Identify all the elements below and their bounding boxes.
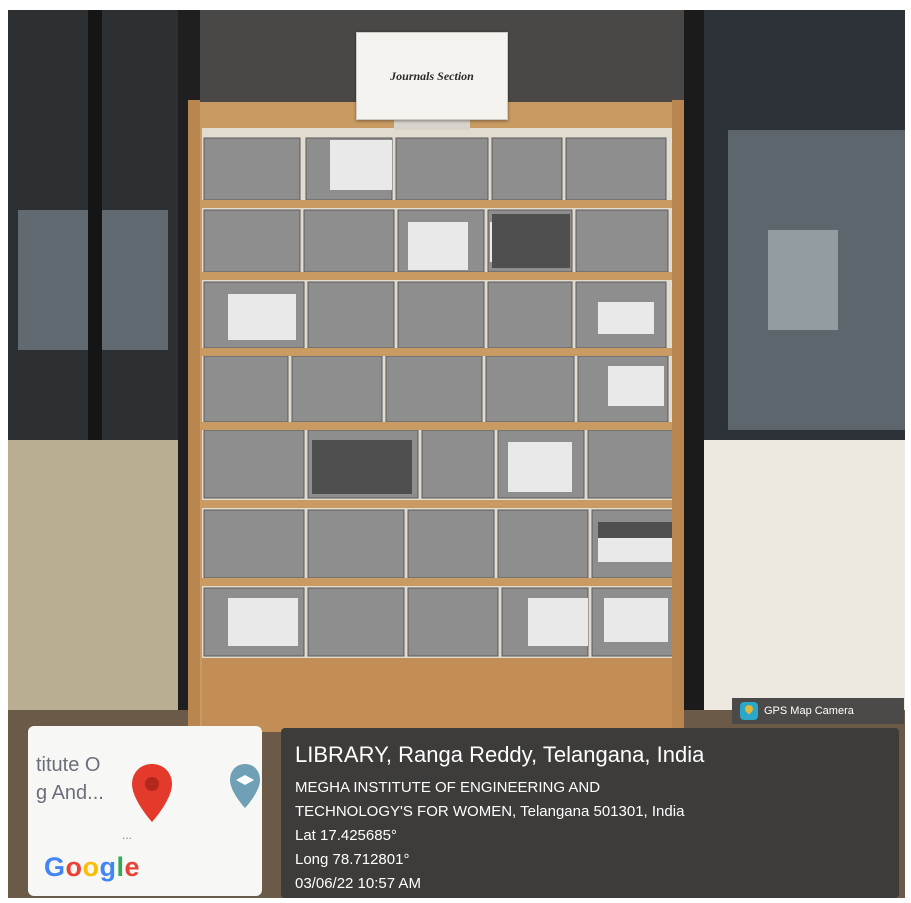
map-dots: ... — [122, 828, 133, 842]
journals-section-sign: Journals Section — [356, 32, 508, 120]
library-photo: Journals Section GPS Map Camera titute O… — [8, 10, 905, 898]
google-logo: Google — [44, 852, 141, 882]
location-info-box: LIBRARY, Ranga Reddy, Telangana, India M… — [281, 728, 899, 898]
address-line-1: MEGHA INSTITUTE OF ENGINEERING AND — [295, 779, 601, 796]
map-place-label-line1: titute O — [36, 754, 101, 776]
address-line-2: TECHNOLOGY'S FOR WOMEN, Telangana 501301… — [295, 803, 685, 820]
datetime: 03/06/22 10:57 AM — [295, 875, 421, 892]
latitude: Lat 17.425685° — [295, 827, 397, 844]
longitude: Long 78.712801° — [295, 851, 410, 868]
location-title: LIBRARY, Ranga Reddy, Telangana, India — [295, 742, 705, 767]
gps-map-camera-badge: GPS Map Camera — [732, 698, 904, 724]
map-pin-icon — [132, 764, 172, 822]
map-place-label-line2: g And... — [36, 782, 104, 804]
graduation-cap-icon — [230, 764, 260, 808]
map-thumbnail: titute O g And... ... Google — [28, 726, 262, 896]
sign-text: Journals Section — [390, 68, 474, 83]
gps-badge-label: GPS Map Camera — [764, 705, 854, 717]
gps-map-camera-icon — [740, 702, 758, 720]
